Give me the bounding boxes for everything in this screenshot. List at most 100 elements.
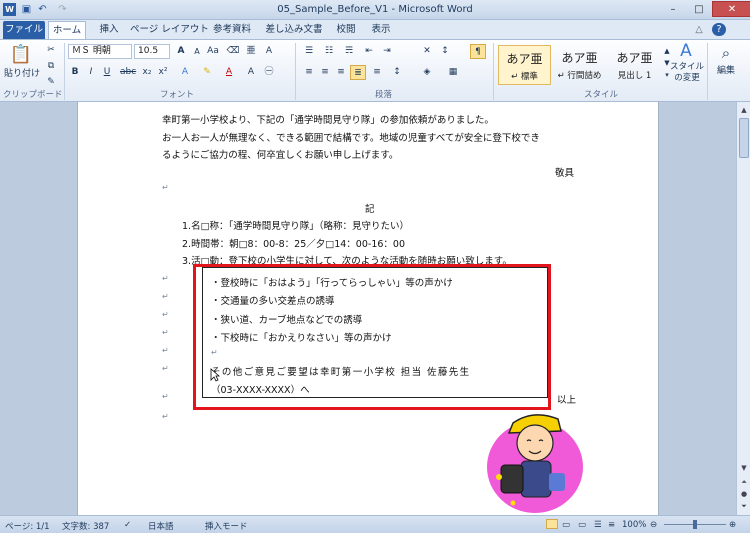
enclose-char-icon[interactable]: ㊀: [262, 65, 276, 80]
highlight-icon[interactable]: ✎: [200, 65, 214, 80]
word-count[interactable]: 文字数: 387: [62, 520, 109, 532]
zoom-out-icon[interactable]: ⊖: [650, 520, 657, 530]
tab-home[interactable]: ホーム: [48, 21, 86, 39]
line-spacing-icon[interactable]: ↕: [390, 65, 404, 80]
bullets-icon[interactable]: ☰: [302, 44, 316, 59]
outline-icon[interactable]: ☰: [594, 520, 602, 530]
paste-icon[interactable]: 📋: [8, 42, 34, 68]
strikethrough-icon[interactable]: abc: [120, 65, 136, 80]
paragraph-mark: ↵: [162, 412, 169, 421]
proofing-icon[interactable]: ✓: [124, 520, 131, 530]
find-icon[interactable]: ⌕: [712, 42, 740, 64]
title-bar: W ▣ ↶ ↷ 05_Sample_Before_V1 - Microsoft …: [0, 0, 750, 20]
ki-heading: 記: [365, 204, 375, 215]
zoom-level[interactable]: 100%: [622, 520, 646, 530]
style-name: 見出し 1: [617, 71, 652, 81]
bold-icon[interactable]: B: [68, 65, 82, 80]
superscript-icon[interactable]: x²: [156, 65, 170, 80]
font-size-select[interactable]: 10.5: [134, 44, 170, 59]
cut-icon[interactable]: ✂: [44, 43, 58, 58]
edit-button[interactable]: 編集: [712, 64, 740, 79]
print-layout-icon[interactable]: [546, 519, 558, 529]
help-icon[interactable]: ?: [712, 23, 726, 36]
align-right-icon[interactable]: ≡: [334, 65, 348, 80]
scroll-down-icon[interactable]: ▼: [738, 462, 750, 474]
document-area[interactable]: 幸町第一小学校より、下記の「通学時間見守り隊」の参加依頼がありました。 お一人お…: [0, 102, 736, 515]
ribbon: 📋 貼り付け ✂ ⧉ ✎ クリップボード ＭＳ 明朝 10.5 A A Aa ⌫…: [0, 39, 750, 102]
paragraph-mark: ↵: [162, 310, 169, 319]
window-title: 05_Sample_Before_V1 - Microsoft Word: [277, 4, 473, 15]
paste-button[interactable]: 貼り付け: [2, 67, 42, 82]
minimize-ribbon-icon[interactable]: △: [692, 21, 706, 39]
full-screen-icon[interactable]: ▭: [562, 520, 570, 530]
style-heading-1[interactable]: あア亜 見出し 1: [608, 45, 661, 85]
text-effects-icon[interactable]: A: [178, 65, 192, 80]
paragraph-mark: ↵: [162, 392, 169, 401]
char-shading-icon[interactable]: A: [244, 65, 258, 80]
language-label[interactable]: 日本語: [148, 520, 174, 532]
copy-icon[interactable]: ⧉: [44, 59, 58, 74]
body-line-3: るようにご協力の程、何卒宜しくお願い申し上げます。: [162, 150, 399, 161]
sort-icon[interactable]: ↕: [438, 44, 452, 59]
tab-insert[interactable]: 挿入: [94, 21, 124, 39]
next-page-icon[interactable]: ⏷: [738, 500, 750, 512]
justify-icon[interactable]: ≣: [350, 65, 366, 80]
font-color-icon[interactable]: A: [222, 65, 236, 80]
close-button[interactable]: ✕: [712, 1, 750, 17]
italic-icon[interactable]: I: [84, 65, 98, 80]
grow-font-icon[interactable]: A: [174, 44, 188, 59]
item-name: 1.名□称：「通学時間見守り隊」（略称：見守りたい）: [182, 221, 410, 232]
char-border-icon[interactable]: A: [262, 44, 276, 59]
numbering-icon[interactable]: ☷: [322, 44, 336, 59]
shading-icon[interactable]: ◈: [420, 65, 434, 80]
zoom-in-icon[interactable]: ⊕: [729, 520, 736, 530]
scroll-up-icon[interactable]: ▲: [738, 104, 750, 116]
highlight-frame: [193, 264, 551, 410]
minimize-button[interactable]: –: [660, 1, 686, 17]
borders-icon[interactable]: ▦: [446, 65, 460, 80]
multilevel-list-icon[interactable]: ☴: [342, 44, 356, 59]
maximize-button[interactable]: □: [686, 1, 712, 17]
body-line-1: 幸町第一小学校より、下記の「通学時間見守り隊」の参加依頼がありました。: [162, 115, 494, 126]
align-center-icon[interactable]: ≡: [318, 65, 332, 80]
asian-layout-icon[interactable]: ✕: [420, 44, 434, 59]
tab-file[interactable]: ファイル: [3, 21, 45, 39]
increase-indent-icon[interactable]: ⇥: [380, 44, 394, 59]
browse-object-icon[interactable]: ●: [738, 488, 750, 500]
change-styles-button[interactable]: スタイルの変更: [670, 62, 704, 86]
phonetic-guide-icon[interactable]: 亜: [244, 44, 258, 59]
change-case-icon[interactable]: Aa: [206, 44, 220, 59]
tab-mailings[interactable]: 差し込み文書: [263, 21, 325, 39]
prev-page-icon[interactable]: ⏶: [738, 476, 750, 488]
style-sample: あア亜: [616, 51, 653, 65]
align-left-icon[interactable]: ≡: [302, 65, 316, 80]
page-count[interactable]: ページ: 1/1: [5, 520, 50, 532]
underline-icon[interactable]: U: [100, 65, 114, 80]
web-layout-icon[interactable]: ▭: [578, 520, 586, 530]
scroll-thumb[interactable]: [739, 118, 749, 158]
paragraph-mark: ↵: [162, 346, 169, 355]
style-normal[interactable]: あア亜 ↵ 標準: [498, 45, 551, 85]
zoom-slider-thumb[interactable]: [693, 520, 697, 529]
shrink-font-icon[interactable]: A: [190, 44, 204, 59]
style-no-spacing[interactable]: あア亜 ↵ 行間詰め: [553, 45, 606, 85]
tab-page-layout[interactable]: ページ レイアウト: [130, 21, 209, 39]
divider: [707, 43, 708, 100]
child-clipart-image[interactable]: [483, 407, 583, 515]
document-page[interactable]: 幸町第一小学校より、下記の「通学時間見守り隊」の参加依頼がありました。 お一人お…: [77, 102, 659, 515]
tab-references[interactable]: 参考資料: [207, 21, 257, 39]
font-name-select[interactable]: ＭＳ 明朝: [68, 44, 132, 59]
tab-review[interactable]: 校閲: [332, 21, 360, 39]
tab-view[interactable]: 表示: [366, 21, 396, 39]
draft-icon[interactable]: ≡: [608, 520, 615, 530]
change-styles-icon[interactable]: A: [674, 40, 698, 62]
vertical-scrollbar[interactable]: ▲ ▼ ⏶ ● ⏷: [736, 102, 750, 515]
decrease-indent-icon[interactable]: ⇤: [362, 44, 376, 59]
clipboard-group-label: クリップボード: [3, 90, 63, 100]
clear-format-icon[interactable]: ⌫: [226, 44, 240, 59]
show-formatting-icon[interactable]: ¶: [470, 44, 486, 59]
distribute-icon[interactable]: ≡: [370, 65, 384, 80]
subscript-icon[interactable]: x₂: [140, 65, 154, 80]
insert-mode[interactable]: 挿入モード: [205, 520, 248, 532]
closing-ijou: 以上: [557, 395, 577, 406]
